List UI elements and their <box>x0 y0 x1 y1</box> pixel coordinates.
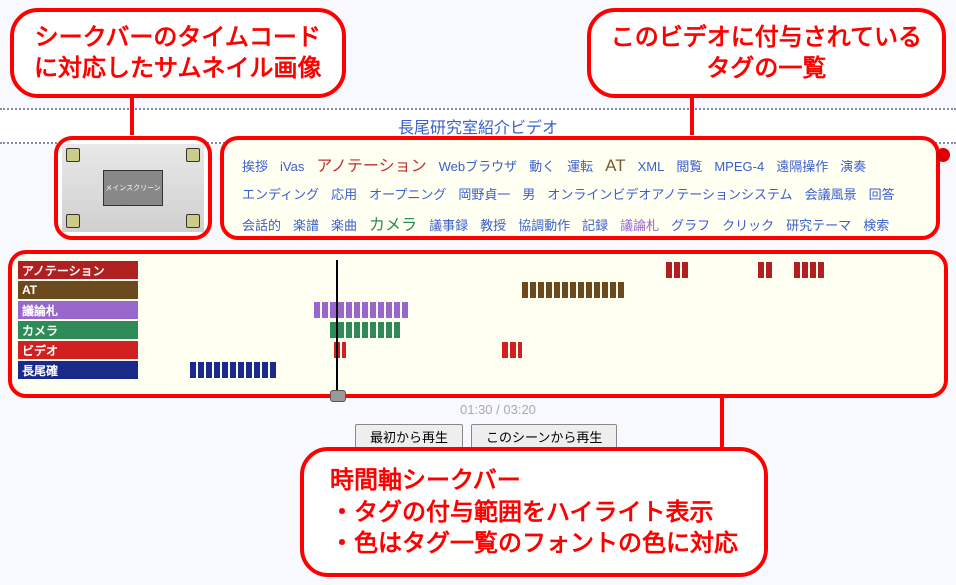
track-lane[interactable] <box>138 321 938 339</box>
tag-item[interactable]: カメラ <box>369 211 417 235</box>
timeline-track: ビデオ <box>18 340 938 360</box>
tag-item[interactable]: 会話的 <box>242 215 281 234</box>
tag-list-panel: 挨拶 iVas アノテーション Webブラウザ動く運転 AT XML 閲覧 MPEG-4 遠隔操… <box>220 136 940 240</box>
tag-item[interactable]: 会議風景 <box>805 184 857 203</box>
tag-item[interactable]: 動く <box>529 156 555 175</box>
tag-item[interactable]: 記録 <box>582 215 608 234</box>
tag-item[interactable]: 研究テーマ <box>786 215 851 234</box>
track-label: アノテーション <box>18 261 138 279</box>
thumbnail-panel: メインスクリーン <box>54 136 212 240</box>
tag-item[interactable]: エンディング <box>242 184 319 203</box>
tag-item[interactable]: クリック <box>722 215 774 234</box>
timeline-tracks[interactable]: アノテーション AT 議論札カメラビデオ長尾確 <box>18 260 938 380</box>
track-label: AT <box>18 281 138 299</box>
timeline-track: アノテーション <box>18 260 938 280</box>
timeline-track: カメラ <box>18 320 938 340</box>
thumb-screen-label: メインスクリーン <box>103 170 163 206</box>
timeline-segment[interactable] <box>794 262 826 278</box>
thumb-node <box>186 214 200 228</box>
play-from-start-button[interactable]: 最初から再生 <box>355 424 463 449</box>
track-label: 長尾確 <box>18 361 138 379</box>
thumb-node <box>66 214 80 228</box>
track-label: カメラ <box>18 321 138 339</box>
callout-text: シークバーのタイムコード に対応したサムネイル画像 <box>34 24 322 82</box>
track-lane[interactable] <box>138 281 938 299</box>
tag-item[interactable]: iVas <box>280 159 304 174</box>
tag-item[interactable]: 楽曲 <box>331 215 357 234</box>
tag-item[interactable]: 協調動作 <box>518 215 570 234</box>
timeline-segment[interactable] <box>314 302 410 318</box>
thumb-node <box>66 148 80 162</box>
play-from-scene-button[interactable]: このシーンから再生 <box>471 424 617 449</box>
tag-item[interactable]: オープニング <box>369 184 446 203</box>
thumbnail-image[interactable]: メインスクリーン <box>62 144 204 232</box>
tag-item[interactable]: 挨拶 <box>242 156 268 175</box>
tag-item[interactable]: 演奏 <box>840 156 866 175</box>
timeline-segment[interactable] <box>190 362 278 378</box>
connector-line <box>720 395 724 450</box>
callout-timeline: 時間軸シークバー ・タグの付与範囲をハイライト表示 ・色はタグ一覧のフォントの色… <box>300 447 768 577</box>
tag-item[interactable]: 遠隔操作 <box>776 156 828 175</box>
track-lane[interactable] <box>138 301 938 319</box>
track-label: ビデオ <box>18 341 138 359</box>
connector-line <box>130 95 134 135</box>
timecode-display: 01:30 / 03:20 <box>460 402 536 417</box>
record-icon <box>936 148 950 162</box>
tag-item[interactable]: 教授 <box>480 215 506 234</box>
tag-item[interactable]: グラフ <box>671 215 710 234</box>
tag-item[interactable]: 回答 <box>869 184 895 203</box>
callout-tags: このビデオに付与されている タグの一覧 <box>587 8 946 98</box>
tag-item[interactable]: AT <box>605 156 625 176</box>
playhead[interactable] <box>336 260 338 392</box>
tag-item[interactable]: 議事録 <box>429 215 468 234</box>
callout-thumbnail: シークバーのタイムコード に対応したサムネイル画像 <box>10 8 346 98</box>
tag-item[interactable]: 検索 <box>863 215 889 234</box>
timeline-segment[interactable] <box>758 262 774 278</box>
tag-item[interactable]: 運転 <box>567 156 593 175</box>
tag-item[interactable]: 議論札 <box>620 215 659 234</box>
track-lane[interactable] <box>138 341 938 359</box>
timeline-track: AT <box>18 280 938 300</box>
timeline-track: 議論札 <box>18 300 938 320</box>
timeline-segment[interactable] <box>502 342 522 358</box>
timeline-track: 長尾確 <box>18 360 938 380</box>
tag-item[interactable]: 岡野貞一 <box>458 184 510 203</box>
tag-item[interactable]: 閲覧 <box>676 156 702 175</box>
tag-item[interactable]: Webブラウザ <box>439 156 518 175</box>
track-label: 議論札 <box>18 301 138 319</box>
connector-line <box>690 95 694 135</box>
tag-item[interactable]: オンラインビデオアノテーションシステム <box>547 184 792 203</box>
tag-item[interactable]: MPEG-4 <box>714 159 764 174</box>
tag-item[interactable]: 楽譜 <box>293 215 319 234</box>
track-lane[interactable] <box>138 261 938 279</box>
tag-item[interactable]: 応用 <box>331 184 357 203</box>
timeline-panel: アノテーション AT 議論札カメラビデオ長尾確 <box>8 250 948 398</box>
track-lane[interactable] <box>138 361 938 379</box>
tag-item[interactable]: XML <box>638 159 665 174</box>
timeline-segment[interactable] <box>522 282 626 298</box>
thumb-node <box>186 148 200 162</box>
play-button-row: 最初から再生 このシーンから再生 <box>355 424 617 449</box>
timeline-segment[interactable] <box>330 322 402 338</box>
callout-text: このビデオに付与されている タグの一覧 <box>611 24 922 82</box>
tag-item[interactable]: アノテーション <box>316 152 426 176</box>
callout-text: 時間軸シークバー ・タグの付与範囲をハイライト表示 ・色はタグ一覧のフォントの色… <box>330 467 738 556</box>
tag-item[interactable]: 男 <box>522 184 535 203</box>
timeline-segment[interactable] <box>666 262 690 278</box>
